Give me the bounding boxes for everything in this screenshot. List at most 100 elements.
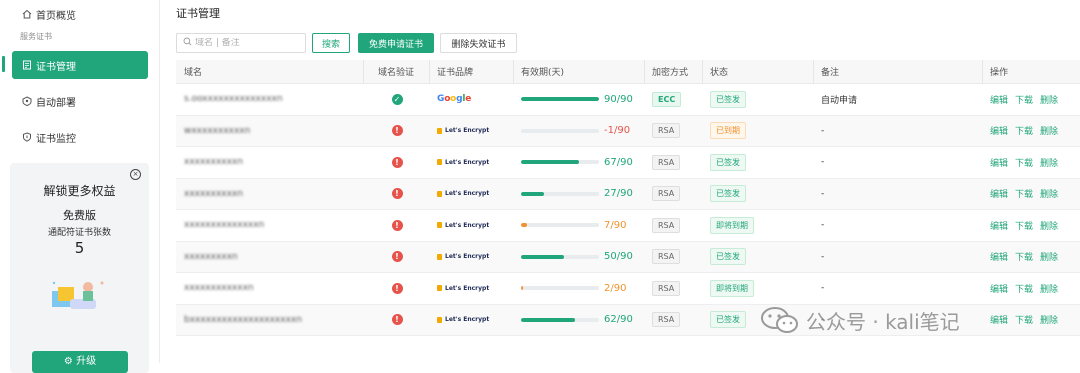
header-verify: 域名验证	[364, 60, 430, 83]
sidebar-item-label: 证书管理	[36, 61, 76, 73]
lock-icon	[437, 253, 442, 260]
upgrade-icon: ⚙	[63, 356, 77, 367]
validity-progress-fill	[521, 254, 565, 259]
edit-link[interactable]: 编辑	[990, 156, 1008, 169]
brand-name: Let's Encrypt	[445, 253, 490, 261]
validity-progress-fill	[521, 286, 523, 291]
table-row: xxxxxxxxxxn! Let's Encrypt 27/90 RSA 已签发 - 编辑下…	[176, 178, 1080, 210]
algorithm-tag: RSA	[652, 186, 681, 202]
table-body: s.ooxxxxxxxxxxxxxxn ✓ Google 90/90 ECC 已签发 自动申…	[176, 84, 1080, 336]
download-link[interactable]: 下载	[1015, 313, 1033, 326]
brand-cell: Let's Encrypt	[430, 179, 514, 210]
promo-illustration	[52, 281, 104, 309]
brand-cell: Let's Encrypt	[430, 273, 514, 304]
apply-free-cert-button[interactable]: 免费申请证书	[358, 33, 434, 53]
algorithm-cell: RSA	[645, 210, 703, 241]
brand-name: Let's Encrypt	[445, 158, 490, 166]
edit-link[interactable]: 编辑	[990, 282, 1008, 295]
letsencrypt-brand-logo: Let's Encrypt	[437, 253, 489, 260]
lock-icon	[437, 127, 442, 134]
delete-link[interactable]: 删除	[1040, 93, 1058, 106]
download-link[interactable]: 下载	[1015, 282, 1033, 295]
brand-name: Let's Encrypt	[445, 316, 490, 324]
home-icon	[20, 9, 34, 19]
search-button[interactable]: 搜索	[312, 33, 350, 53]
remark-cell: -	[814, 305, 983, 336]
algorithm-tag: RSA	[652, 154, 681, 170]
download-link[interactable]: 下载	[1015, 124, 1033, 137]
delete-invalid-certs-button[interactable]: 删除失效证书	[440, 33, 517, 53]
sidebar-item-label: 自动部署	[36, 97, 76, 109]
table-row: xxxxxxxxxxn! Let's Encrypt 67/90 RSA 已签发 - 编辑下…	[176, 147, 1080, 179]
delete-link[interactable]: 删除	[1040, 187, 1058, 200]
algorithm-tag: RSA	[652, 249, 681, 265]
search-box[interactable]	[176, 33, 306, 53]
sidebar-item-cert-management[interactable]: 证书管理	[12, 51, 148, 79]
status-cell: 已签发	[703, 242, 814, 273]
download-link[interactable]: 下载	[1015, 219, 1033, 232]
search-input[interactable]	[195, 38, 295, 48]
alert-circle-icon: !	[391, 251, 403, 263]
edit-link[interactable]: 编辑	[990, 219, 1008, 232]
cert-table: 域名 域名验证 证书品牌 有效期(天) 加密方式 状态 备注 操作 s.ooxx…	[176, 60, 1080, 336]
alert-circle-icon: !	[391, 156, 403, 168]
active-indicator	[2, 56, 5, 72]
status-badge: 已签发	[710, 311, 746, 329]
status-cell: 已签发	[703, 179, 814, 210]
domain-text: xxxxxxxxxxn	[184, 188, 243, 199]
sidebar-item-overview[interactable]: 首页概览	[12, 0, 148, 28]
download-link[interactable]: 下载	[1015, 156, 1033, 169]
alert-circle-icon: !	[391, 282, 403, 294]
domain-cell: xxxxxxxxxxn	[176, 147, 364, 178]
page-title: 证书管理	[176, 7, 220, 20]
domain-text: bxxxxxxxxxxxxxxxxxxxxn	[184, 314, 302, 325]
sidebar-item-auto-deploy[interactable]: 自动部署	[12, 87, 148, 115]
validity-progress-fill	[521, 160, 580, 165]
validity-progress-fill	[521, 191, 545, 196]
close-icon[interactable]: ×	[130, 169, 141, 180]
upgrade-label: 升级	[76, 356, 97, 367]
status-badge: 即将到期	[710, 279, 754, 297]
algorithm-cell: RSA	[645, 273, 703, 304]
algorithm-tag: RSA	[652, 280, 681, 296]
upgrade-button[interactable]: ⚙ 升级	[32, 351, 128, 373]
edit-link[interactable]: 编辑	[990, 93, 1008, 106]
edit-link[interactable]: 编辑	[990, 313, 1008, 326]
algorithm-cell: ECC	[645, 84, 703, 115]
delete-link[interactable]: 删除	[1040, 219, 1058, 232]
status-badge: 已签发	[710, 248, 746, 266]
remark-cell: -	[814, 179, 983, 210]
remark-cell: -	[814, 242, 983, 273]
algorithm-tag: RSA	[652, 217, 681, 233]
edit-link[interactable]: 编辑	[990, 124, 1008, 137]
remark-text: -	[821, 220, 825, 231]
domain-text: xxxxxxxxxxxxxxn	[184, 220, 265, 231]
delete-link[interactable]: 删除	[1040, 282, 1058, 295]
validity-progress-bar	[521, 97, 599, 102]
validity-progress-bar	[521, 286, 599, 291]
delete-link[interactable]: 删除	[1040, 124, 1058, 137]
download-link[interactable]: 下载	[1015, 250, 1033, 263]
brand-name: Let's Encrypt	[445, 284, 490, 292]
download-link[interactable]: 下载	[1015, 93, 1033, 106]
alert-circle-icon: !	[391, 125, 403, 137]
delete-link[interactable]: 删除	[1040, 156, 1058, 169]
edit-link[interactable]: 编辑	[990, 187, 1008, 200]
delete-link[interactable]: 删除	[1040, 250, 1058, 263]
remark-text: -	[821, 125, 825, 136]
status-badge: 已签发	[710, 185, 746, 203]
domain-cell: xxxxxxxxxn	[176, 242, 364, 273]
validity-cell: 27/90	[514, 179, 645, 210]
download-link[interactable]: 下载	[1015, 187, 1033, 200]
remark-text: -	[821, 188, 825, 199]
sidebar-item-cert-monitor[interactable]: 证书监控	[12, 123, 148, 151]
validity-cell: 2/90	[514, 273, 645, 304]
header-actions: 操作	[990, 68, 1009, 78]
algorithm-cell: RSA	[645, 116, 703, 147]
delete-link[interactable]: 删除	[1040, 313, 1058, 326]
status-cell: 即将到期	[703, 210, 814, 241]
brand-cell: Let's Encrypt	[430, 147, 514, 178]
edit-link[interactable]: 编辑	[990, 250, 1008, 263]
brand-cell: Let's Encrypt	[430, 305, 514, 336]
letsencrypt-brand-logo: Let's Encrypt	[437, 316, 489, 323]
